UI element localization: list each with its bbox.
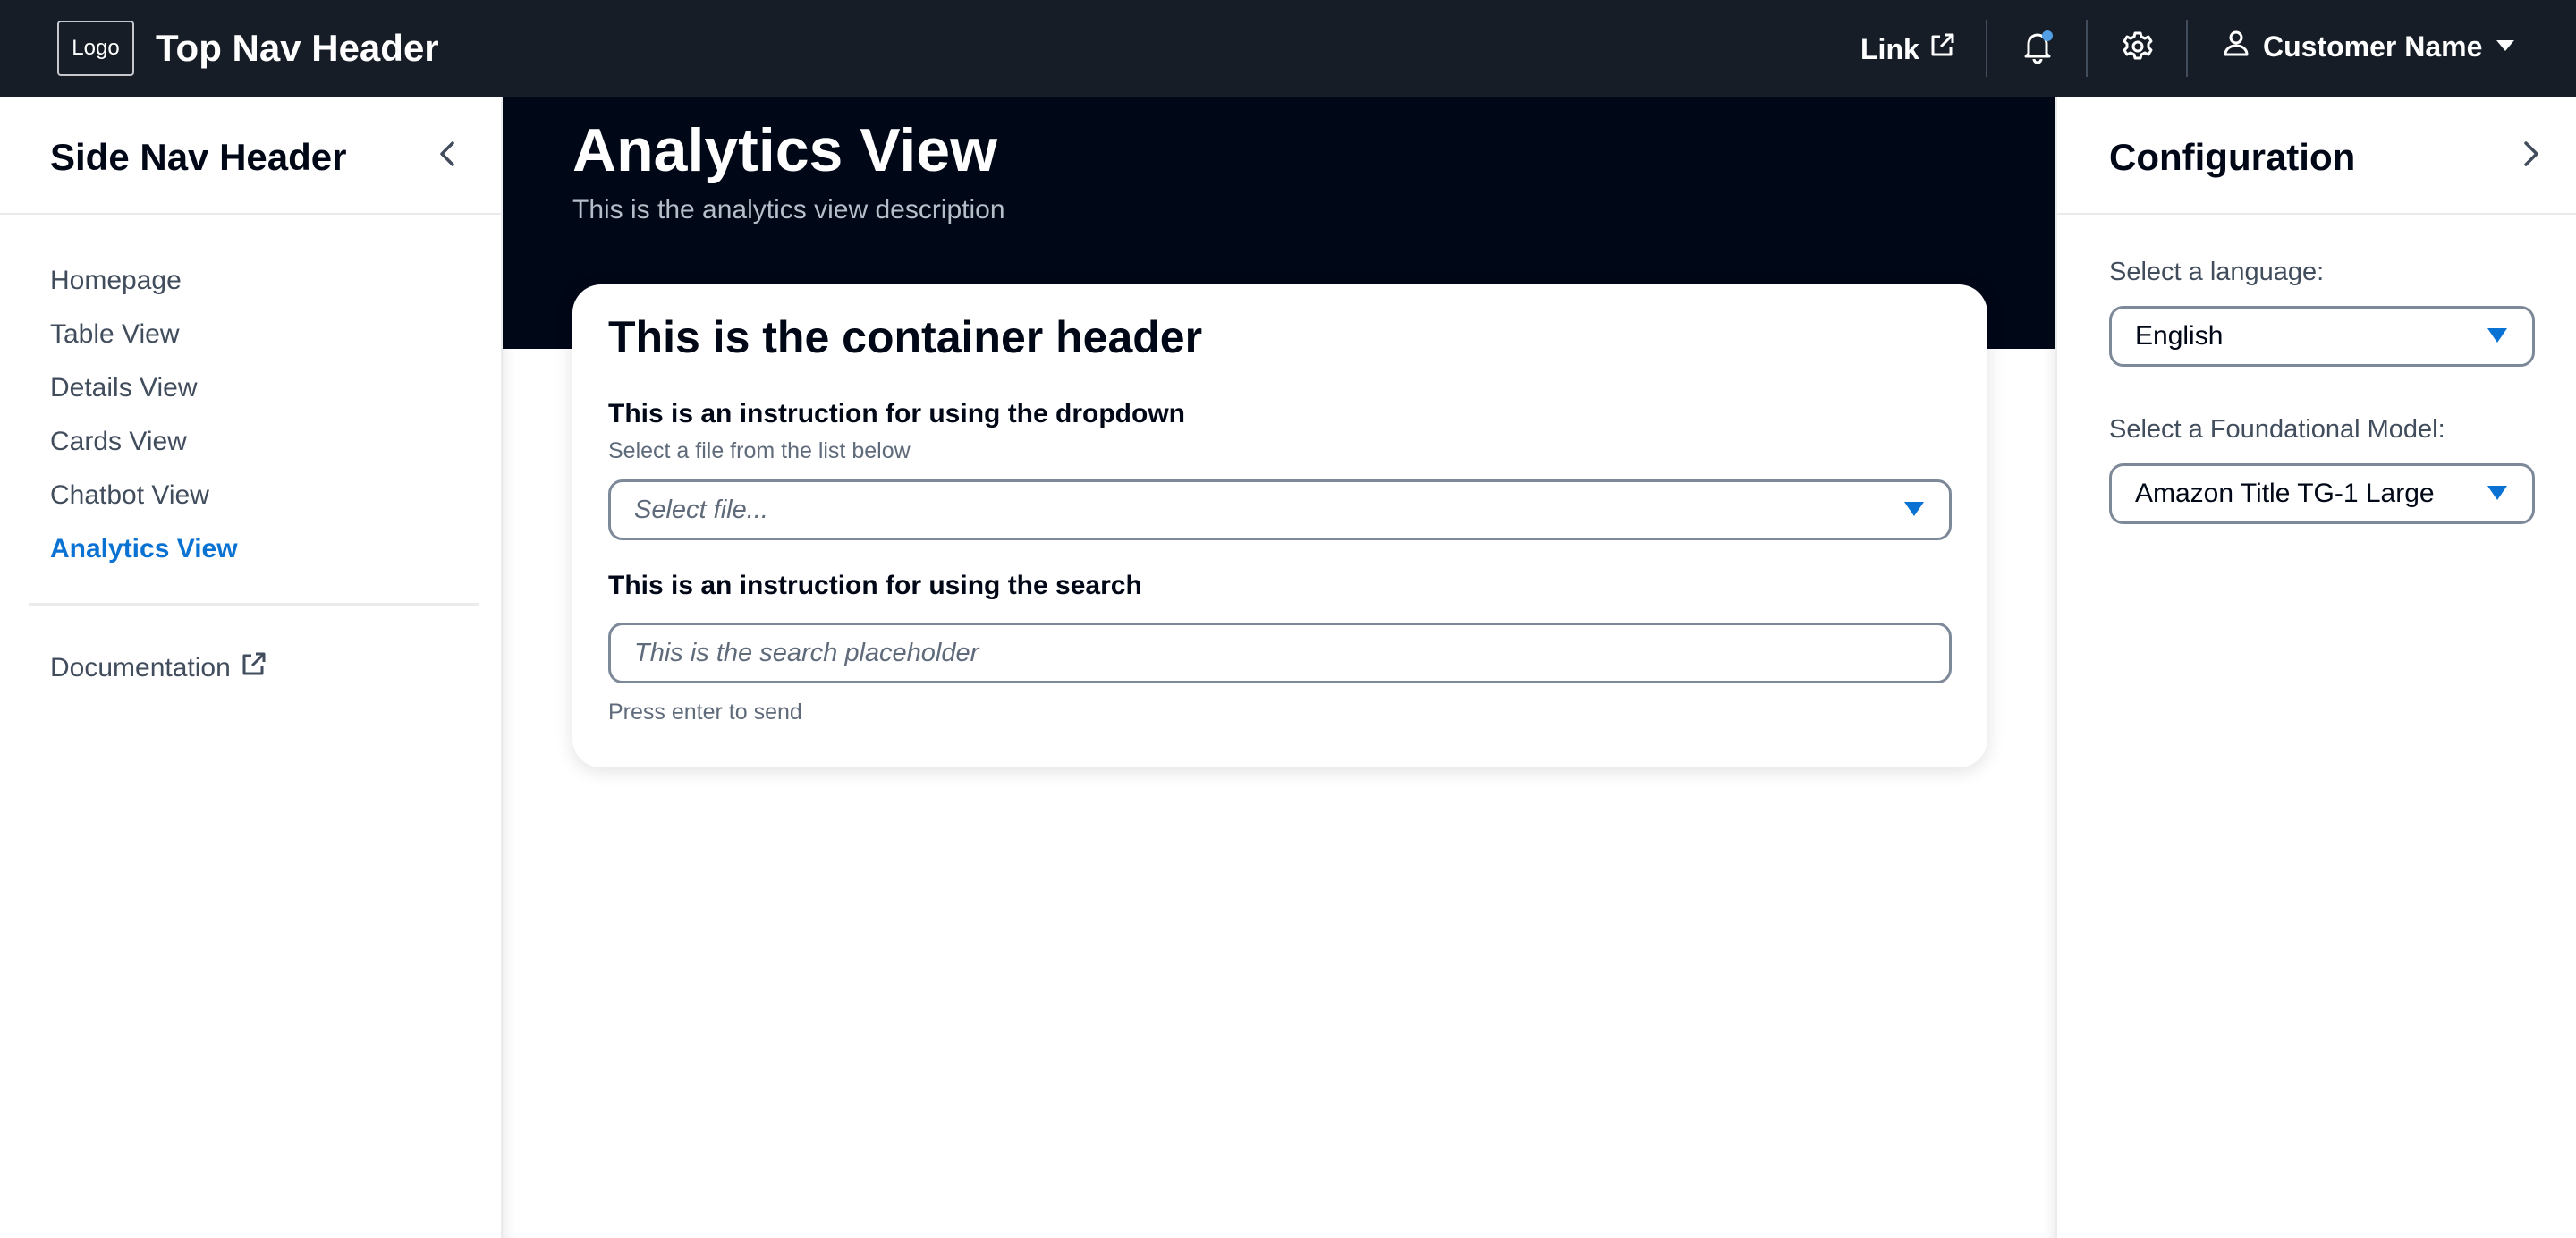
content-container: This is the container header This is an …: [572, 284, 1987, 767]
top-nav-link[interactable]: Link: [1860, 32, 1955, 66]
file-select[interactable]: Select file...: [608, 479, 1952, 540]
model-value: Amazon Title TG-1 Large: [2135, 479, 2435, 508]
notifications-button[interactable]: [2016, 27, 2059, 70]
side-nav-section-divider: [29, 603, 479, 606]
main-content: Analytics View This is the analytics vie…: [503, 97, 2055, 1238]
side-nav-collapse-button[interactable]: [429, 138, 465, 174]
nav-separator: [1986, 20, 1987, 77]
caret-down-icon: [2487, 328, 2507, 343]
search-instruction: This is an instruction for using the sea…: [608, 571, 1142, 600]
nav-separator: [2186, 20, 2188, 77]
config-panel: Configuration Select a language: English…: [2055, 97, 2576, 1238]
settings-button[interactable]: [2116, 27, 2159, 70]
language-label: Select a language:: [2109, 258, 2325, 286]
side-nav-divider: [0, 213, 501, 215]
sidebar-item-documentation[interactable]: Documentation: [50, 651, 267, 685]
chevron-right-icon: [2521, 140, 2542, 173]
user-icon: [2222, 29, 2250, 64]
side-nav-list: Homepage Table View Details View Cards V…: [50, 254, 238, 576]
search-hint: Press enter to send: [608, 700, 802, 725]
user-menu[interactable]: Customer Name: [2222, 29, 2516, 64]
sidebar-item-chatbot-view[interactable]: Chatbot View: [50, 469, 238, 522]
model-label: Select a Foundational Model:: [2109, 415, 2445, 444]
page-title: Analytics View: [572, 116, 997, 184]
container-header: This is the container header: [608, 312, 1203, 362]
chevron-left-icon: [436, 140, 458, 173]
sidebar-item-cards-view[interactable]: Cards View: [50, 415, 238, 469]
language-select[interactable]: English: [2109, 306, 2535, 367]
top-nav-title[interactable]: Top Nav Header: [156, 27, 439, 70]
side-nav-header[interactable]: Side Nav Header: [50, 136, 347, 179]
sidebar-item-analytics-view[interactable]: Analytics View: [50, 522, 238, 576]
dropdown-instruction: This is an instruction for using the dro…: [608, 399, 1185, 428]
sidebar-item-table-view[interactable]: Table View: [50, 308, 238, 361]
top-nav-link-label: Link: [1860, 32, 1919, 65]
bell-icon: [2020, 29, 2055, 69]
documentation-label: Documentation: [50, 653, 231, 683]
search-input[interactable]: [608, 623, 1952, 683]
gear-icon: [2121, 30, 2155, 68]
top-nav: Logo Top Nav Header Link Customer Name: [0, 0, 2576, 97]
caret-down-icon: [2495, 30, 2516, 64]
model-select[interactable]: Amazon Title TG-1 Large: [2109, 463, 2535, 524]
side-nav: Side Nav Header Homepage Table View Deta…: [0, 97, 503, 1238]
external-link-icon: [1928, 32, 1955, 66]
nav-separator: [2086, 20, 2088, 77]
page-description: This is the analytics view description: [572, 195, 1005, 225]
logo[interactable]: Logo: [57, 21, 134, 76]
user-name: Customer Name: [2263, 30, 2483, 63]
file-select-placeholder: Select file...: [634, 495, 768, 524]
sidebar-item-details-view[interactable]: Details View: [50, 361, 238, 415]
caret-down-icon: [1904, 502, 1924, 516]
config-close-button[interactable]: [2513, 138, 2549, 174]
language-value: English: [2135, 321, 2224, 351]
external-link-icon: [240, 651, 267, 685]
sidebar-item-homepage[interactable]: Homepage: [50, 254, 238, 308]
caret-down-icon: [2487, 486, 2507, 500]
config-header: Configuration: [2109, 136, 2356, 178]
config-divider: [2057, 213, 2576, 215]
dropdown-description: Select a file from the list below: [608, 438, 911, 463]
